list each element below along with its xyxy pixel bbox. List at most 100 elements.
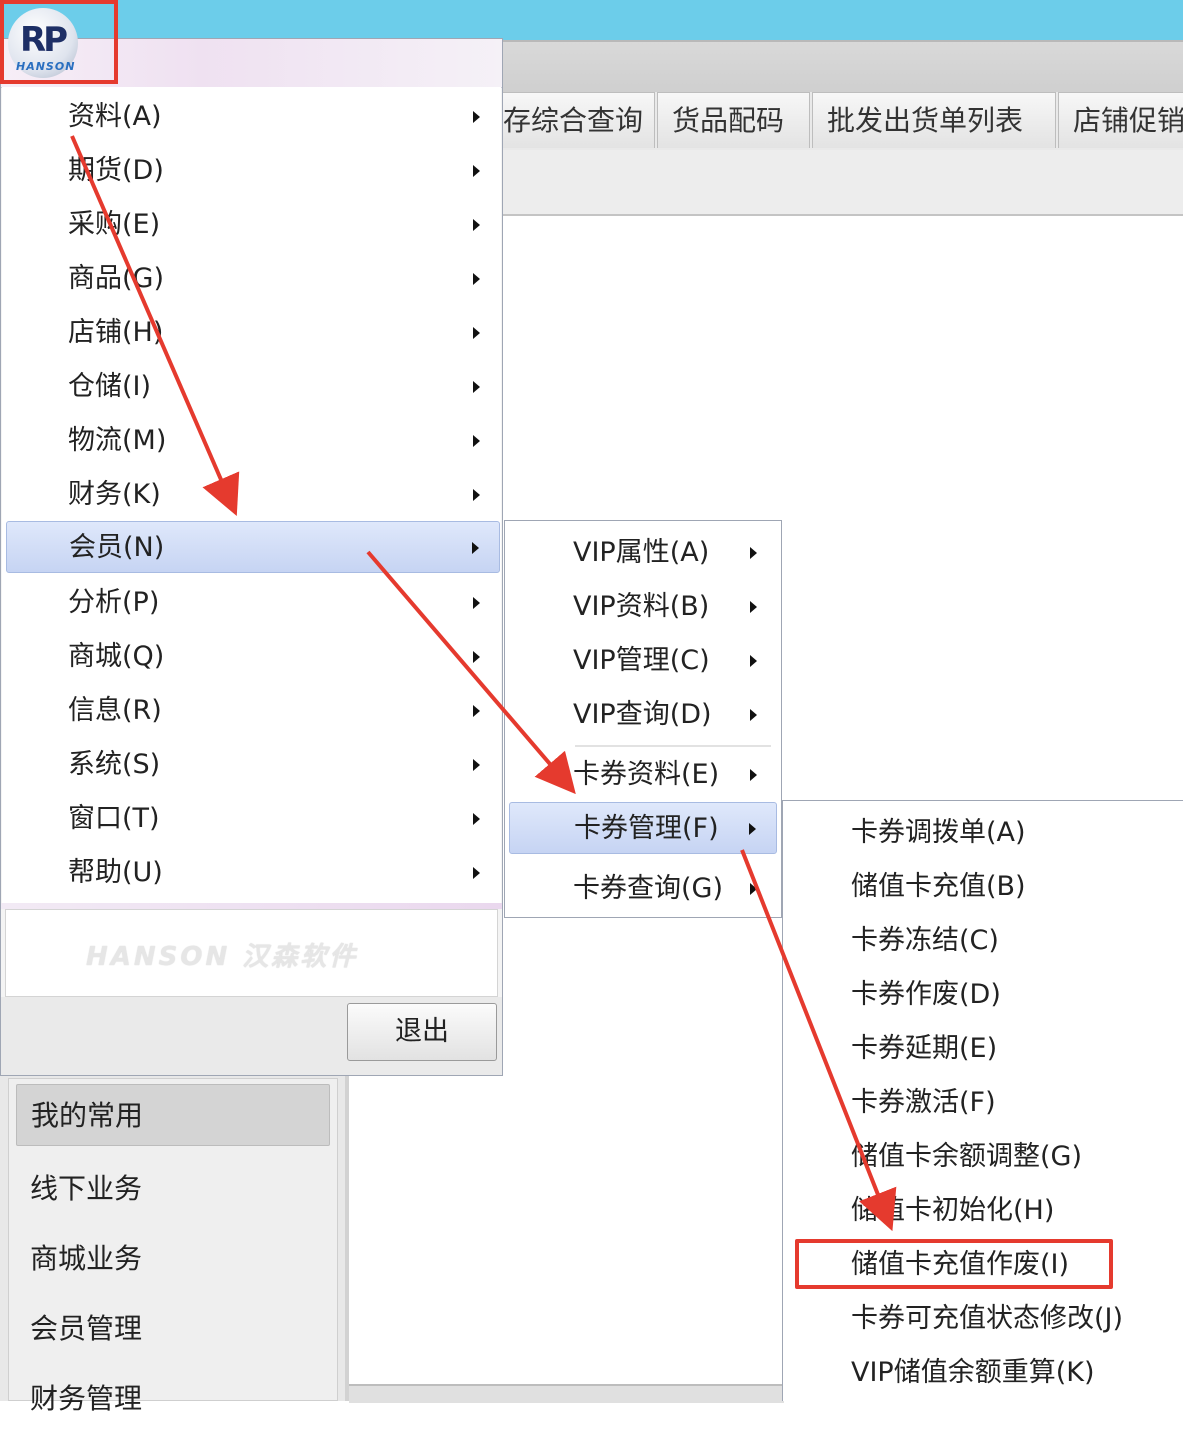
menu-item-warehouse[interactable]: 仓储(I) <box>6 361 500 413</box>
left-nav-mall-business[interactable]: 商城业务 <box>16 1228 330 1290</box>
ribbon-strip <box>500 40 1183 92</box>
card-item-activate[interactable]: 卡券激活(F) <box>787 1077 1177 1129</box>
submenu-item-label: 卡券资料(E) <box>573 759 720 790</box>
card-item-recharge-status[interactable]: 卡券可充值状态修改(J) <box>787 1293 1177 1345</box>
submenu-item-label: 卡券查询(G) <box>573 873 723 904</box>
logo-subtext: HANSON <box>16 60 76 73</box>
submenu-arrow-icon <box>750 709 757 721</box>
submenu-item-label: 卡券管理(F) <box>574 813 719 844</box>
left-nav-favorites[interactable]: 我的常用 <box>16 1084 330 1146</box>
menu-item-label: 物流(M) <box>68 425 167 456</box>
tab-inventory-query[interactable]: 存综合查询 <box>488 92 655 148</box>
main-menu: 资料(A) 期货(D) 采购(E) 商品(G) 店铺(H) 仓储(I) 物流(M… <box>0 38 503 1076</box>
menu-item-analysis[interactable]: 分析(P) <box>6 577 500 629</box>
card-item-label: 储值卡初始化(H) <box>851 1195 1055 1226</box>
submenu-item-label: VIP查询(D) <box>573 699 712 730</box>
left-nav-offline-business[interactable]: 线下业务 <box>16 1158 330 1220</box>
menu-item-label: 采购(E) <box>68 209 161 240</box>
submenu-divider <box>575 745 771 748</box>
card-management-submenu: 卡券调拨单(A) 储值卡充值(B) 卡券冻结(C) 卡券作废(D) 卡券延期(E… <box>782 800 1183 1401</box>
brand-banner: HANSON 汉森软件 <box>5 909 498 997</box>
menu-item-data[interactable]: 资料(A) <box>6 91 500 143</box>
menu-item-purchase[interactable]: 采购(E) <box>6 199 500 251</box>
menu-item-label: 商品(G) <box>68 263 164 294</box>
submenu-arrow-icon <box>750 655 757 667</box>
tab-size-matching[interactable]: 货品配码 <box>657 92 810 148</box>
card-item-label: 储值卡充值(B) <box>851 871 1026 902</box>
submenu-arrow-icon <box>473 867 480 879</box>
menu-item-label: 系统(S) <box>68 749 161 780</box>
submenu-arrow-icon <box>473 435 480 447</box>
document-tabs: 存综合查询 货品配码 批发出货单列表 店铺促销 <box>488 92 1183 151</box>
card-item-balance-adjust[interactable]: 储值卡余额调整(G) <box>787 1131 1177 1183</box>
menu-item-label: 财务(K) <box>68 479 161 510</box>
card-item-label: 卡券冻结(C) <box>851 925 999 956</box>
menu-item-goods[interactable]: 商品(G) <box>6 253 500 305</box>
submenu-arrow-icon <box>749 823 756 835</box>
menu-item-mall[interactable]: 商城(Q) <box>6 631 500 683</box>
submenu-arrow-icon <box>472 542 479 554</box>
menu-item-system[interactable]: 系统(S) <box>6 739 500 791</box>
card-item-transfer[interactable]: 卡券调拨单(A) <box>787 807 1177 859</box>
submenu-arrow-icon <box>473 489 480 501</box>
card-item-recharge[interactable]: 储值卡充值(B) <box>787 861 1177 913</box>
left-nav-finance-management[interactable]: 财务管理 <box>16 1368 330 1430</box>
start-orb-button[interactable]: RP HANSON <box>8 8 78 78</box>
submenu-arrow-icon <box>473 597 480 609</box>
card-item-balance-recalc[interactable]: VIP储值余额重算(K) <box>787 1347 1177 1399</box>
logo-text: RP <box>20 20 68 60</box>
card-item-extend[interactable]: 卡券延期(E) <box>787 1023 1177 1075</box>
menu-item-label: 会员(N) <box>69 532 165 563</box>
submenu-arrow-icon <box>750 769 757 781</box>
menu-item-futures[interactable]: 期货(D) <box>6 145 500 197</box>
status-strip <box>349 1384 784 1403</box>
submenu-item-vip-data[interactable]: VIP资料(B) <box>509 581 777 633</box>
menu-item-store[interactable]: 店铺(H) <box>6 307 500 359</box>
menu-item-logistics[interactable]: 物流(M) <box>6 415 500 467</box>
exit-button[interactable]: 退出 <box>347 1003 497 1061</box>
submenu-arrow-icon <box>473 705 480 717</box>
card-item-initialize[interactable]: 储值卡初始化(H) <box>787 1185 1177 1237</box>
menu-item-label: 帮助(U) <box>68 857 163 888</box>
pane-divider[interactable] <box>345 1074 349 1401</box>
submenu-arrow-icon <box>750 601 757 613</box>
card-item-label: 储值卡余额调整(G) <box>851 1141 1082 1172</box>
card-item-label: 卡券作废(D) <box>851 979 1001 1010</box>
menu-item-finance[interactable]: 财务(K) <box>6 469 500 521</box>
submenu-arrow-icon <box>473 273 480 285</box>
submenu-arrow-icon <box>473 165 480 177</box>
left-nav-member-management[interactable]: 会员管理 <box>16 1298 330 1360</box>
submenu-arrow-icon <box>473 651 480 663</box>
submenu-item-card-management[interactable]: 卡券管理(F) <box>509 802 777 854</box>
submenu-item-vip-query[interactable]: VIP查询(D) <box>509 689 777 741</box>
submenu-item-vip-management[interactable]: VIP管理(C) <box>509 635 777 687</box>
menu-item-label: 分析(P) <box>68 587 160 618</box>
card-item-label: 卡券可充值状态修改(J) <box>851 1303 1124 1334</box>
menu-item-label: 期货(D) <box>68 155 164 186</box>
menu-item-label: 信息(R) <box>68 695 162 726</box>
menu-item-window[interactable]: 窗口(T) <box>6 793 500 845</box>
tab-store-promotion[interactable]: 店铺促销 <box>1058 92 1183 148</box>
menu-item-info[interactable]: 信息(R) <box>6 685 500 737</box>
card-item-label: 卡券调拨单(A) <box>851 817 1026 848</box>
submenu-item-label: VIP属性(A) <box>573 537 710 568</box>
menu-item-label: 资料(A) <box>68 101 162 132</box>
menu-item-label: 窗口(T) <box>68 803 160 834</box>
menu-item-help[interactable]: 帮助(U) <box>6 847 500 899</box>
tab-wholesale-list[interactable]: 批发出货单列表 <box>812 92 1056 148</box>
brand-logo-text: HANSON 汉森软件 <box>86 942 359 972</box>
card-item-void[interactable]: 卡券作废(D) <box>787 969 1177 1021</box>
submenu-item-label: VIP管理(C) <box>573 645 710 676</box>
submenu-arrow-icon <box>473 111 480 123</box>
start-orb-highlight: RP HANSON <box>0 0 118 84</box>
card-item-freeze[interactable]: 卡券冻结(C) <box>787 915 1177 967</box>
member-submenu: VIP属性(A) VIP资料(B) VIP管理(C) VIP查询(D) 卡券资料… <box>504 520 782 918</box>
submenu-item-card-data[interactable]: 卡券资料(E) <box>509 749 777 801</box>
submenu-item-label: VIP资料(B) <box>573 591 710 622</box>
submenu-arrow-icon <box>750 547 757 559</box>
menu-item-member[interactable]: 会员(N) <box>6 521 500 573</box>
menu-item-label: 仓储(I) <box>68 371 152 402</box>
title-bar <box>0 0 1183 40</box>
submenu-item-card-query[interactable]: 卡券查询(G) <box>509 863 777 915</box>
submenu-item-vip-attributes[interactable]: VIP属性(A) <box>509 527 777 579</box>
